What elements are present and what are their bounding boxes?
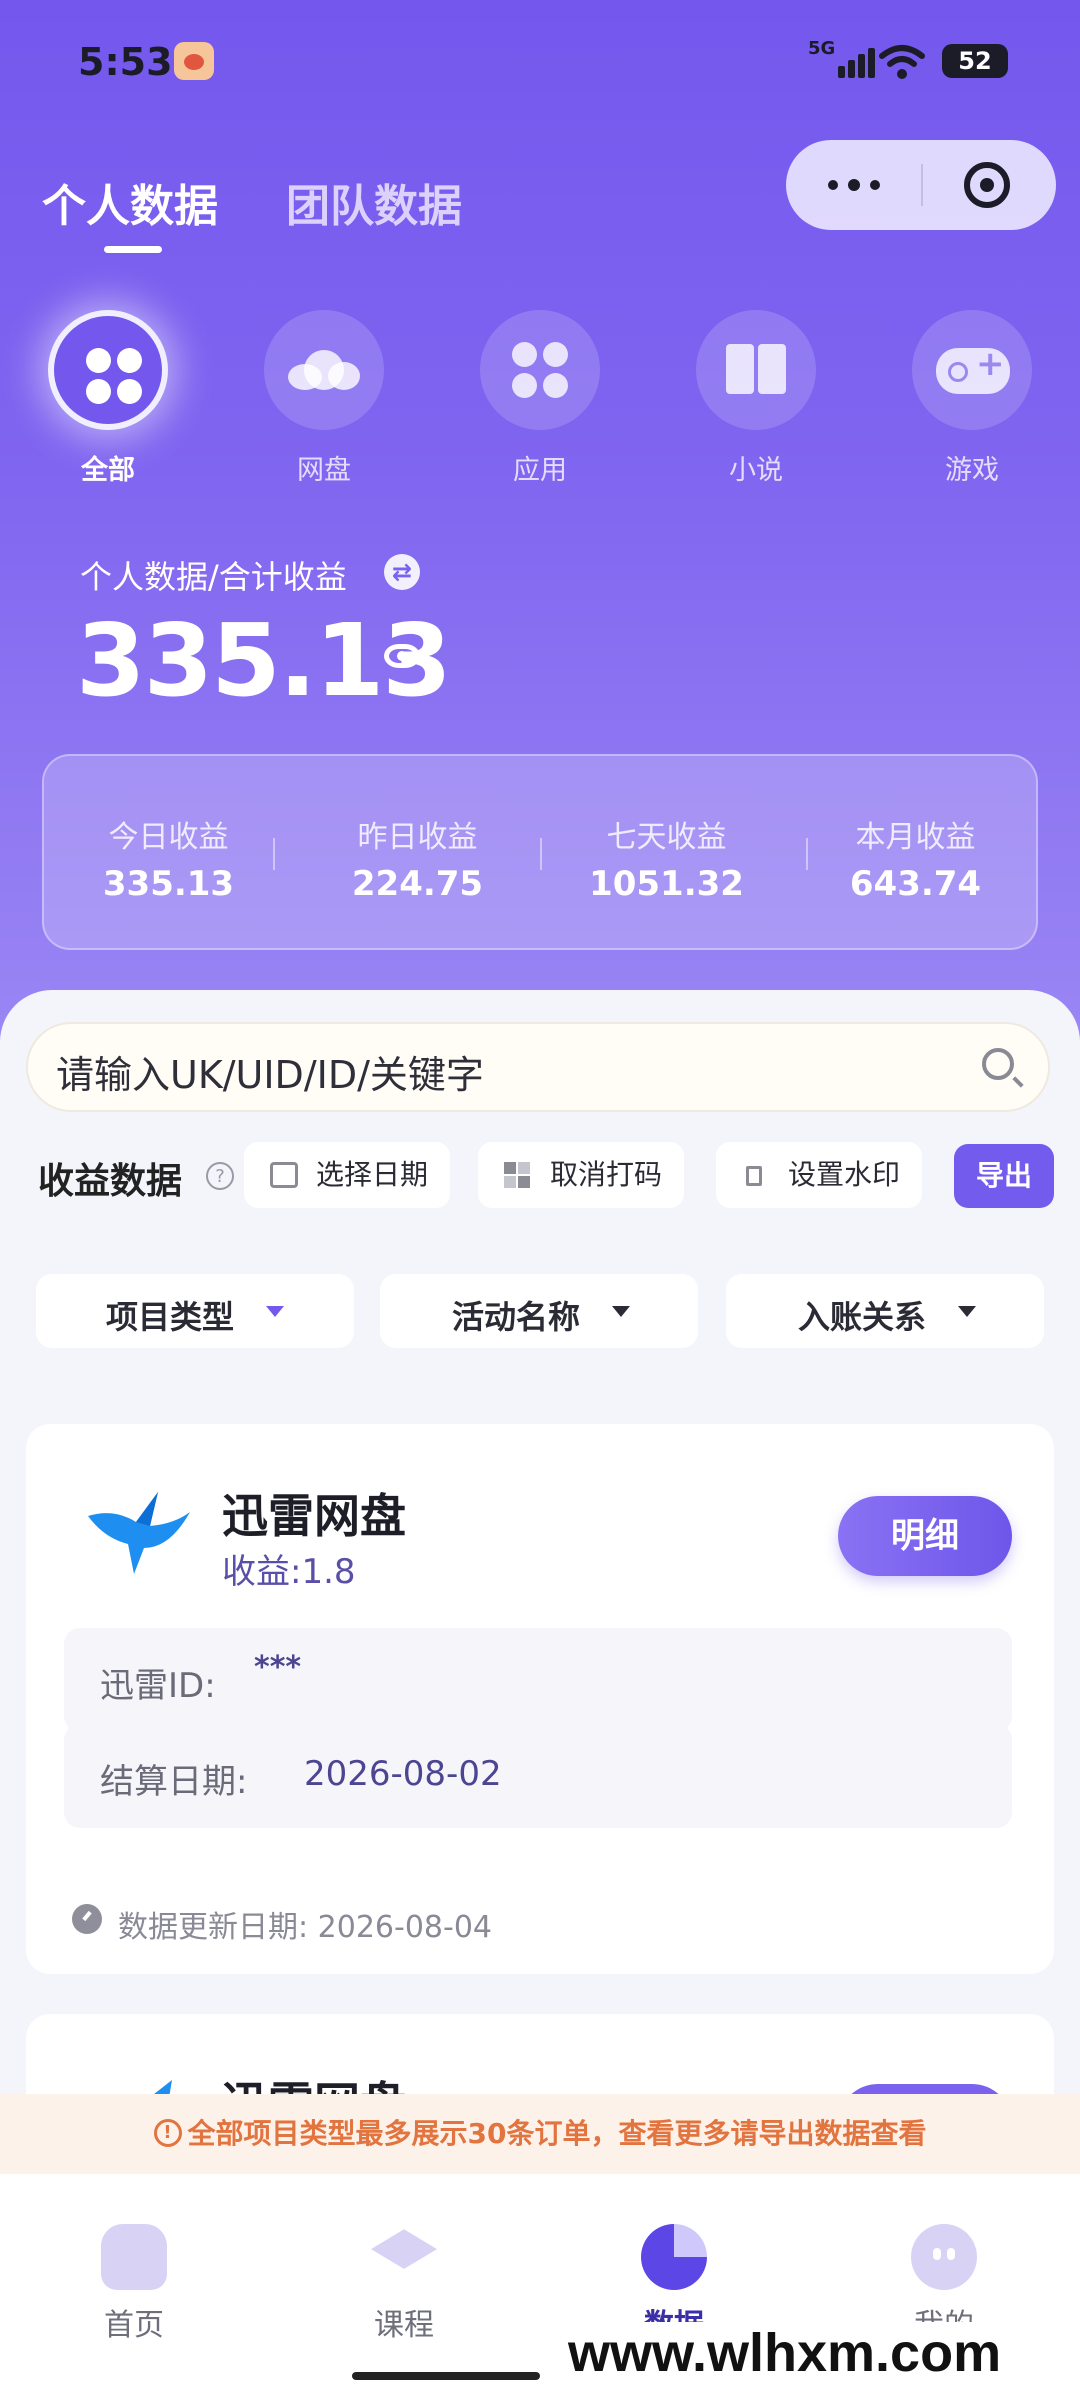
search-input[interactable]: 请输入UK/UID/ID/关键字 (26, 1022, 1050, 1112)
export-button[interactable]: 导出 (954, 1144, 1054, 1208)
mosaic-icon (504, 1162, 530, 1188)
stat-label: 昨日收益 (357, 820, 478, 855)
profile-icon (911, 2224, 977, 2290)
order-limit-notice: ! 全部项目类型最多展示30条订单，查看更多请导出数据查看 (0, 2094, 1080, 2174)
miniprogram-capsule (786, 140, 1056, 230)
gamepad-icon (912, 310, 1032, 430)
category-label: 应用 (513, 455, 567, 486)
filter-activity-name[interactable]: 活动名称 (380, 1274, 698, 1348)
app-notification-icon (174, 42, 214, 80)
apps-icon (480, 310, 600, 430)
row-value: 2026-08-02 (304, 1754, 502, 1794)
stat-value: 1051.32 (589, 864, 744, 904)
record-title: 迅雷网盘 (222, 1489, 406, 1543)
xunlei-bird-icon (88, 1492, 190, 1574)
wifi-icon (879, 45, 925, 79)
tab-home[interactable]: 首页 (54, 2224, 214, 2344)
status-time: 5:53 (78, 40, 173, 84)
category-all[interactable]: 全部 (38, 310, 178, 487)
row-label: 迅雷ID: (100, 1666, 216, 1706)
info-icon: ! (153, 2119, 182, 2147)
home-icon (101, 2224, 167, 2290)
home-indicator (352, 2372, 540, 2380)
filter-project-type[interactable]: 项目类型 (36, 1274, 354, 1348)
capsule-divider (921, 164, 923, 206)
tab-personal-data[interactable]: 个人数据 (42, 170, 218, 234)
filter-label: 活动名称 (452, 1298, 581, 1336)
record-income: 收益:1.8 (222, 1552, 356, 1592)
watermark-text: www.wlhxm.com (562, 2322, 1008, 2384)
calendar-icon (270, 1162, 298, 1188)
record-update-date: 数据更新日期: 2026-08-04 (118, 1910, 492, 1945)
select-date-button[interactable]: 选择日期 (244, 1142, 450, 1208)
eye-icon[interactable] (384, 644, 420, 668)
set-watermark-button[interactable]: 设置水印 (716, 1142, 922, 1208)
record-id-row: 迅雷ID: *** (64, 1628, 1012, 1732)
row-value: *** (254, 1650, 302, 1685)
stat-label: 七天收益 (606, 820, 727, 855)
section-title: 收益数据 (38, 1161, 183, 1202)
pie-chart-icon (641, 2224, 707, 2290)
graduation-cap-icon (371, 2229, 437, 2269)
active-tab-indicator (104, 246, 162, 253)
cloud-icon (264, 310, 384, 430)
book-icon (696, 310, 816, 430)
category-label: 全部 (81, 455, 135, 486)
help-icon[interactable]: ? (206, 1162, 234, 1190)
swap-icon[interactable]: ⇄ (384, 554, 420, 590)
category-cloud-drive[interactable]: 网盘 (254, 310, 394, 487)
stat-yesterday: 昨日收益 224.75 (293, 812, 542, 904)
detail-button[interactable]: 明细 (838, 1496, 1012, 1576)
income-stats-card: 今日收益 335.13 昨日收益 224.75 七天收益 1051.32 本月收… (42, 754, 1038, 950)
close-miniprogram-icon[interactable] (964, 162, 1010, 208)
more-icon[interactable] (824, 170, 884, 200)
category-label: 小说 (729, 455, 783, 486)
category-novels[interactable]: 小说 (686, 310, 826, 487)
stat-value: 335.13 (102, 864, 235, 904)
stat-value: 224.75 (351, 864, 484, 904)
tab-label: 课程 (374, 2308, 434, 2343)
category-label: 游戏 (945, 455, 999, 486)
network-label: 5G (808, 38, 836, 59)
clover-icon (48, 310, 168, 430)
notice-text: 全部项目类型最多展示30条订单，查看更多请导出数据查看 (187, 2117, 927, 2150)
row-label: 结算日期: (100, 1762, 248, 1802)
status-indicators: 5G 52 (808, 38, 1008, 82)
filter-label: 项目类型 (106, 1298, 235, 1336)
dropdown-caret-icon (612, 1306, 630, 1317)
dropdown-caret-icon (266, 1306, 284, 1317)
category-games[interactable]: 游戏 (902, 310, 1042, 487)
tab-team-data[interactable]: 团队数据 (286, 170, 462, 234)
dropdown-caret-icon (958, 1306, 976, 1317)
button-label: 设置水印 (788, 1158, 901, 1191)
button-label: 取消打码 (550, 1158, 663, 1191)
stat-value: 643.74 (849, 864, 982, 904)
tab-courses[interactable]: 课程 (324, 2224, 484, 2344)
unmask-button[interactable]: 取消打码 (478, 1142, 684, 1208)
record-settle-row: 结算日期: 2026-08-02 (64, 1724, 1012, 1828)
tab-label: 首页 (104, 2308, 164, 2343)
stat-label: 今日收益 (108, 820, 229, 855)
stat-this-month: 本月收益 643.74 (791, 812, 1040, 904)
document-icon (746, 1166, 762, 1186)
filter-entry-relation[interactable]: 入账关系 (726, 1274, 1044, 1348)
total-income-label: 个人数据/合计收益 (80, 558, 347, 596)
category-label: 网盘 (297, 455, 351, 486)
stat-today: 今日收益 335.13 (44, 812, 293, 904)
record-card: 迅雷网盘 收益:1.8 明细 迅雷ID: *** 结算日期: 2026-08-0… (26, 1424, 1054, 1974)
stat-label: 本月收益 (855, 820, 976, 855)
battery-icon: 52 (942, 44, 1008, 78)
clock-icon (72, 1904, 102, 1934)
category-apps[interactable]: 应用 (470, 310, 610, 487)
filter-label: 入账关系 (798, 1298, 927, 1336)
search-placeholder: 请输入UK/UID/ID/关键字 (56, 1053, 484, 1097)
search-icon[interactable] (982, 1048, 1014, 1080)
stat-divider (273, 838, 275, 870)
button-label: 选择日期 (316, 1158, 429, 1191)
stat-seven-days: 七天收益 1051.32 (542, 812, 791, 904)
